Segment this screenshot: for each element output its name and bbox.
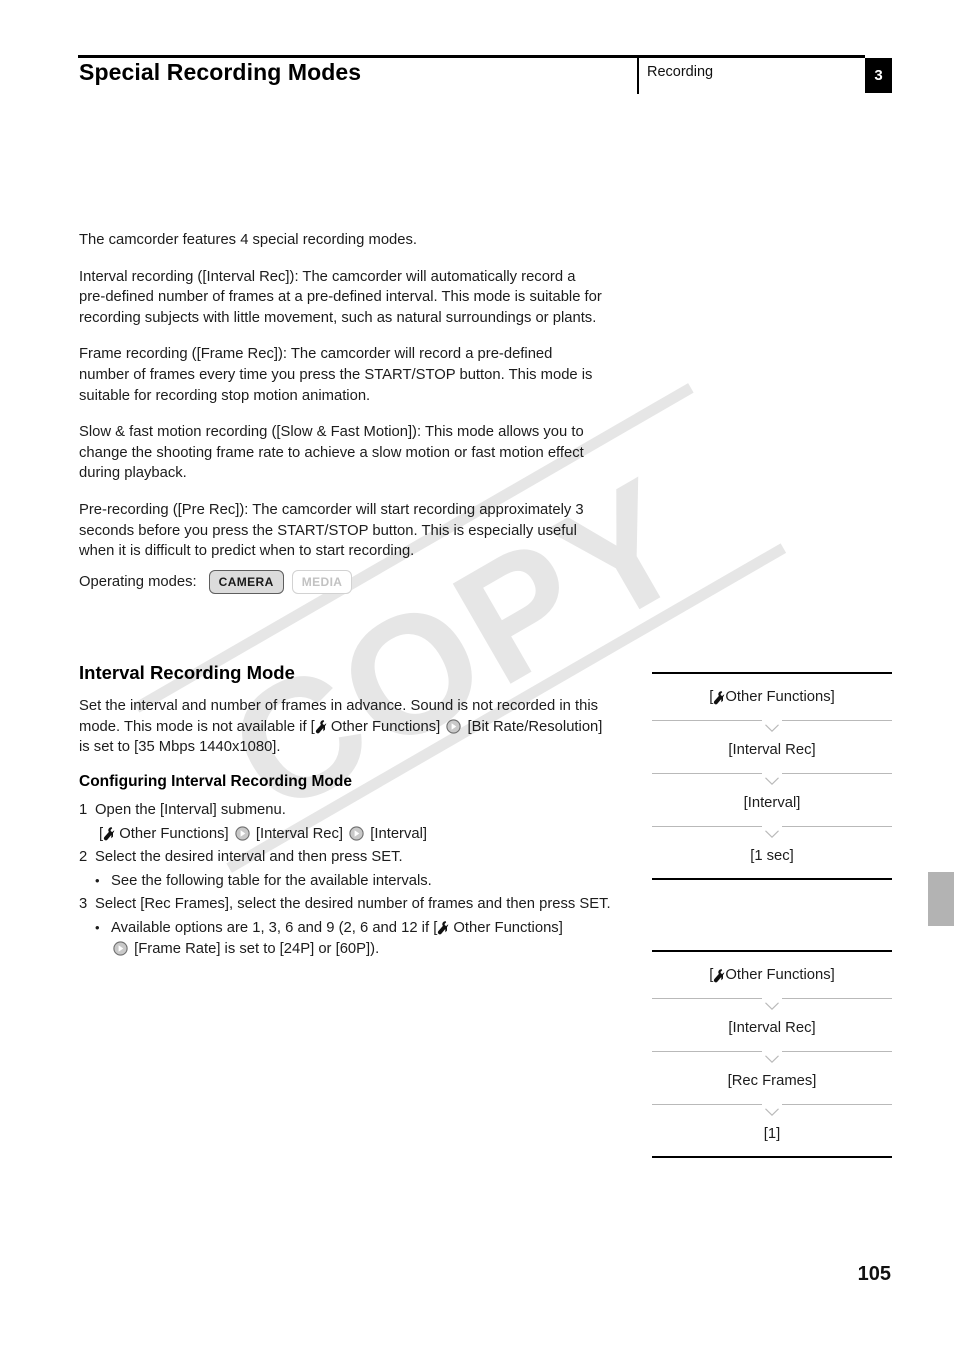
step-2-bullet: • See the following table for the availa… (95, 871, 619, 892)
menu-arrow-icon (446, 718, 462, 734)
header-rule (78, 55, 865, 58)
wrench-icon (437, 921, 449, 935)
document-page: Special Recording Modes Recording 3 The … (0, 0, 954, 1348)
step-1: 1 Open the [Interval] submenu. (79, 800, 619, 821)
paragraph-slow-fast-motion: Slow & fast motion recording ([Slow & Fa… (79, 424, 584, 482)
menu-flow-row-value[interactable]: [1 sec] (652, 833, 892, 878)
chevron-down-icon (765, 825, 779, 838)
step-1-number: 1 (79, 802, 88, 818)
step-3-bullet: • Available options are 1, 3, 6 and 9 (2… (95, 918, 619, 959)
wrench-icon (713, 968, 725, 983)
chevron-down-icon (765, 772, 779, 785)
bullet-icon: • (95, 872, 100, 888)
separator-line-right (782, 773, 892, 774)
section-heading: Interval Recording Mode (79, 662, 295, 683)
wrench-icon (103, 826, 115, 841)
separator-line-left (652, 826, 762, 827)
header-divider (637, 58, 639, 94)
step-3-bullet-part2: [Frame Rate] is set to [24P] or [60P]). (130, 940, 380, 957)
separator-line-left (652, 1051, 762, 1052)
menu-flow-row-other-functions[interactable]: [ Other Functions] (652, 674, 892, 719)
menu-flow-row-label: Other Functions] (725, 688, 835, 705)
mode-chip-media: MEDIA (291, 570, 353, 594)
menu-flow-row-interval-rec[interactable]: [Interval Rec] (652, 1005, 892, 1050)
path-interval: [Interval] (366, 825, 427, 842)
page-title: Special Recording Modes (79, 59, 362, 85)
menu-flow-row-rec-frames[interactable]: [Rec Frames] (652, 1058, 892, 1103)
operating-modes: Operating modes: CAMERA MEDIA (79, 570, 353, 594)
mode-chip-camera: CAMERA (208, 570, 284, 594)
bullet-icon: • (95, 919, 100, 935)
menu-flow-separator (652, 1103, 892, 1116)
step-2-number: 2 (79, 849, 88, 866)
step-3-number: 3 (79, 896, 88, 913)
separator-line-left (652, 1104, 762, 1105)
step-2-bullet-text: See the following table for the availabl… (111, 872, 432, 889)
separator-line-right (782, 1051, 892, 1052)
menu-flow-row-value[interactable]: [1] (652, 1111, 892, 1156)
path-interval-rec: [Interval Rec] (251, 825, 348, 842)
step-2: 2 Select the desired interval and then p… (79, 847, 619, 868)
wrench-icon (315, 719, 327, 734)
separator-line-right (782, 826, 892, 827)
sub-heading: Configuring Interval Recording Mode (79, 773, 352, 790)
menu-arrow-icon (349, 825, 364, 841)
step-3: 3 Select [Rec Frames], select the desire… (79, 894, 619, 915)
menu-flow-separator (652, 825, 892, 838)
section-intro: Set the interval and number of frames in… (79, 696, 607, 758)
step-3-text: Select [Rec Frames], select the desired … (95, 896, 611, 913)
menu-arrow-icon (235, 825, 250, 841)
page-number: 105 (857, 1263, 891, 1285)
paragraph-pre-rec: Pre-recording ([Pre Rec]): The camcorder… (79, 501, 584, 560)
path-other-functions: Other Functions] (115, 825, 233, 842)
chevron-down-icon (765, 997, 779, 1010)
menu-flow-separator (652, 997, 892, 1010)
paragraph-frame-rec: Frame recording ([Frame Rec]): The camco… (79, 346, 593, 404)
separator-line-right (782, 1104, 892, 1105)
steps-list: 1 Open the [Interval] submenu. [ Other F… (79, 800, 619, 962)
menu-flow-row-interval-rec[interactable]: [Interval Rec] (652, 727, 892, 772)
paragraph-intro: The camcorder features 4 special recordi… (79, 232, 418, 248)
body-column: The camcorder features 4 special recordi… (79, 230, 604, 562)
menu-flow-separator (652, 719, 892, 732)
step-3-bullet-other-functions: Other Functions] (449, 919, 563, 936)
separator-line-left (652, 720, 762, 721)
operating-modes-label: Operating modes: (79, 574, 197, 590)
chapter-side-tab (928, 872, 954, 926)
menu-flow-row-interval[interactable]: [Interval] (652, 780, 892, 825)
step-1-path: [ Other Functions] [Interval Rec] [Inter… (79, 824, 619, 845)
menu-flow-interval: [ Other Functions] [Interval Rec] [Inter… (652, 672, 892, 880)
menu-flow-row-other-functions[interactable]: [ Other Functions] (652, 952, 892, 997)
step-2-text: Select the desired interval and then pre… (95, 849, 403, 866)
menu-flow-bottom-rule (652, 878, 892, 880)
paragraph-interval-rec: Interval recording ([Interval Rec]): The… (79, 268, 602, 326)
chapter-badge: 3 (865, 58, 892, 93)
section-intro-other-functions: Other Functions] (326, 718, 445, 735)
wrench-icon (713, 690, 725, 705)
menu-flow-separator (652, 1050, 892, 1063)
menu-flow-separator (652, 772, 892, 785)
chevron-down-icon (765, 1103, 779, 1116)
step-1-path-body: [ Other Functions] [Interval Rec] [Inter… (95, 824, 619, 845)
separator-line-left (652, 998, 762, 999)
separator-line-right (782, 998, 892, 999)
step-3-bullet-part1: Available options are 1, 3, 6 and 9 (2, … (111, 919, 438, 936)
menu-arrow-icon (113, 940, 128, 956)
menu-flow-bottom-rule (652, 1156, 892, 1158)
separator-line-left (652, 773, 762, 774)
header-section-label: Recording (647, 64, 714, 80)
separator-line-right (782, 720, 892, 721)
step-1-text: Open the [Interval] submenu. (95, 802, 286, 818)
menu-flow-rec-frames: [ Other Functions] [Interval Rec] [Rec F… (652, 950, 892, 1158)
step-1-path-indent (79, 824, 95, 845)
chevron-down-icon (765, 1050, 779, 1063)
menu-flow-row-label: Other Functions] (725, 966, 835, 983)
step-3-bullet-text: Available options are 1, 3, 6 and 9 (2, … (111, 918, 619, 959)
chevron-down-icon (765, 719, 779, 732)
